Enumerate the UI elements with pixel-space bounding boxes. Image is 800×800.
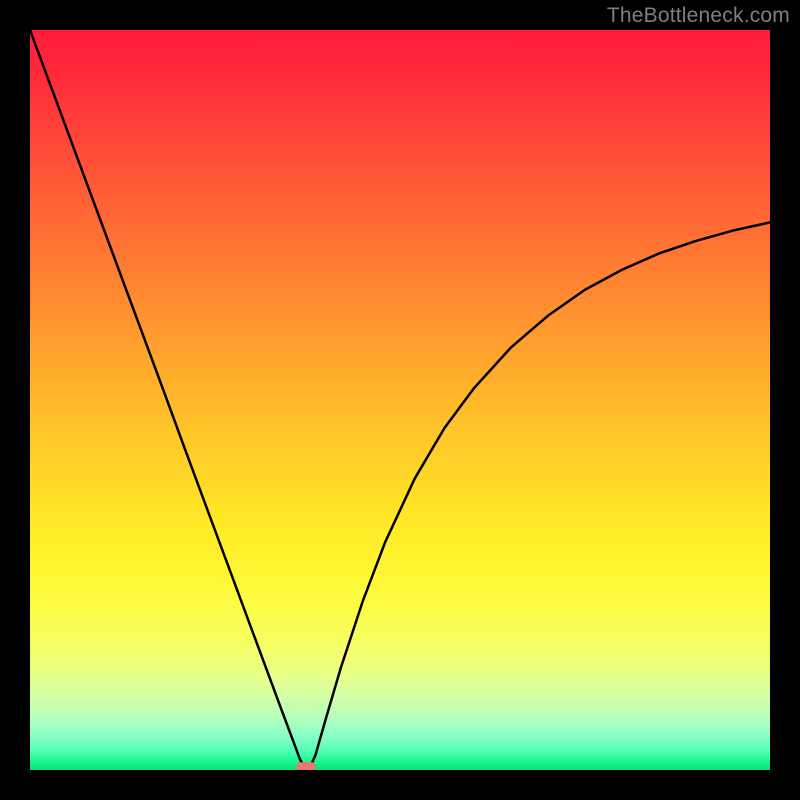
chart-svg <box>30 30 770 770</box>
plot-area <box>30 30 770 770</box>
watermark-text: TheBottleneck.com <box>607 4 790 28</box>
optimal-point-marker <box>296 762 315 770</box>
chart-stage: TheBottleneck.com <box>0 0 800 800</box>
bottleneck-curve <box>30 30 770 770</box>
